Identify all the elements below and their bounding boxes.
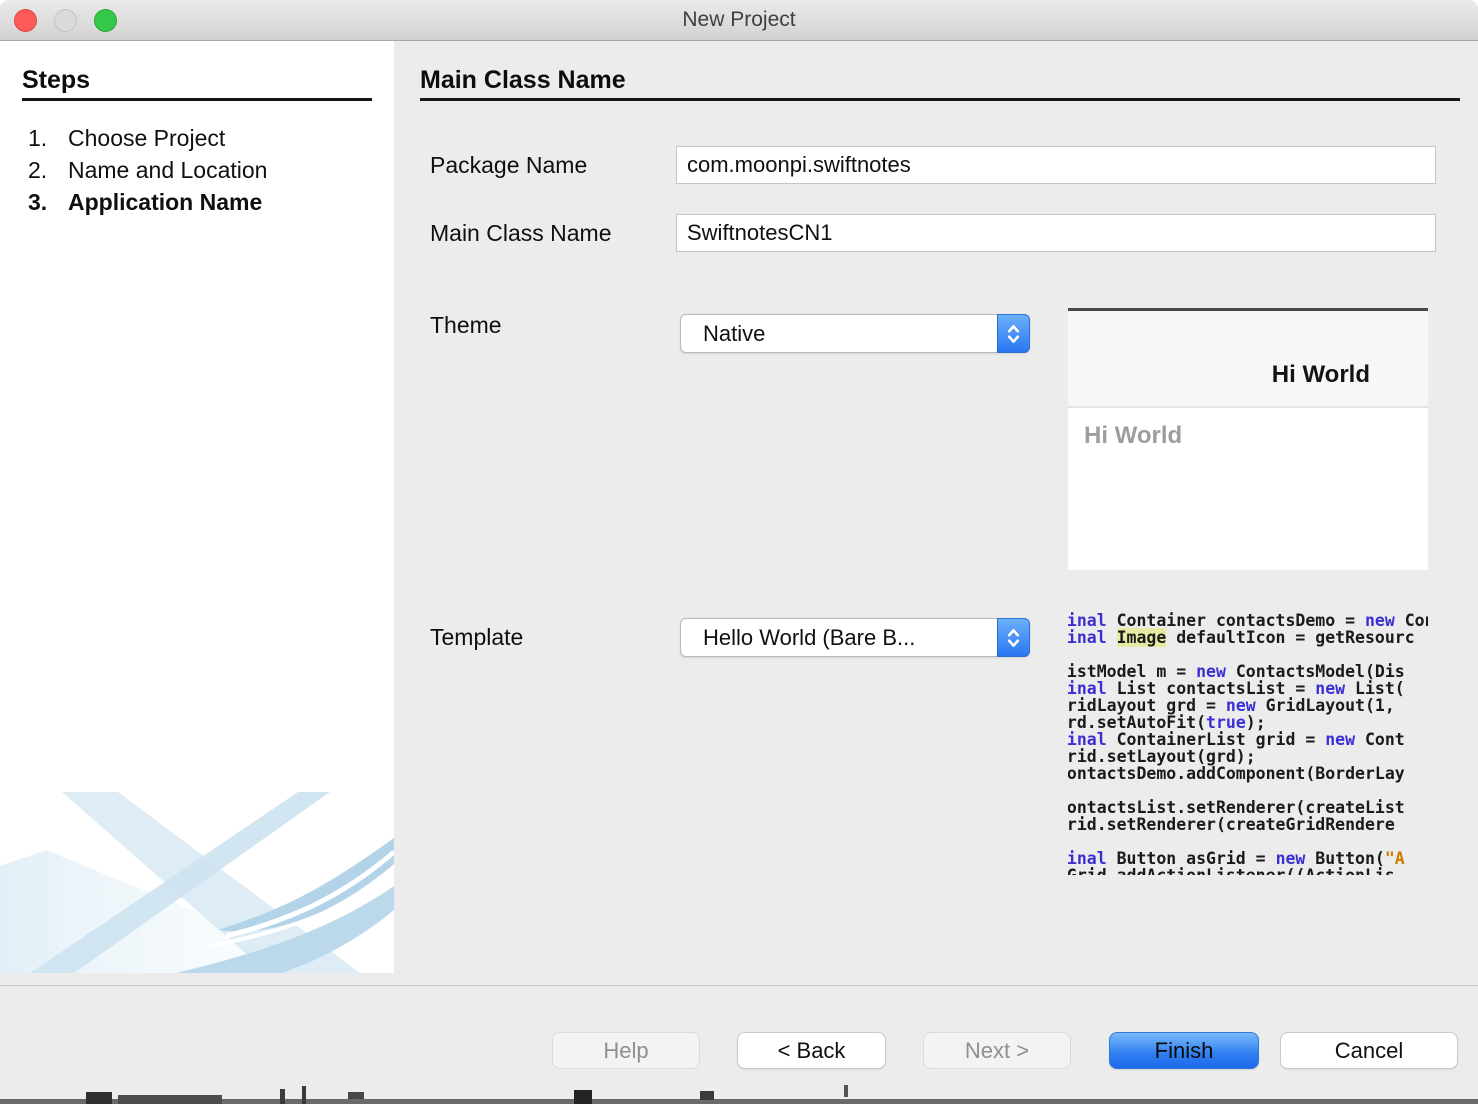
step-item-name-and-location: 2. Name and Location [0, 157, 394, 189]
main-class-name-input[interactable] [676, 214, 1436, 252]
theme-preview-titlebar: Hi World [1068, 311, 1428, 408]
step-item-choose-project: 1. Choose Project [0, 125, 394, 157]
background-window-fragment [574, 1090, 592, 1104]
step-number: 3. [28, 189, 47, 216]
window-titlebar[interactable]: New Project [0, 0, 1478, 41]
panel-title-rule [420, 98, 1460, 101]
theme-label: Theme [430, 312, 502, 339]
back-button[interactable]: < Back [737, 1032, 886, 1069]
template-select-value: Hello World (Bare B... [703, 619, 915, 656]
code-preview-text: final Container contactsDemo = new Confi… [1068, 612, 1428, 875]
background-window-fragment [700, 1091, 714, 1100]
main-class-name-label: Main Class Name [430, 220, 612, 247]
panel-title: Main Class Name [420, 66, 626, 95]
step-number: 1. [28, 125, 47, 152]
steps-heading-rule [22, 98, 372, 101]
help-button[interactable]: Help [552, 1032, 700, 1069]
step-item-application-name: 3. Application Name [0, 189, 394, 221]
step-number: 2. [28, 157, 47, 184]
background-window-fragment [86, 1092, 112, 1104]
template-select[interactable]: Hello World (Bare B... [680, 618, 1030, 657]
footer-divider [0, 985, 1478, 986]
next-button[interactable]: Next > [923, 1032, 1071, 1069]
code-preview: final Container contactsDemo = new Confi… [1068, 612, 1428, 875]
background-window-fragment [118, 1095, 222, 1104]
theme-preview-image: Hi World Hi World [1068, 308, 1428, 572]
minimize-button[interactable] [54, 9, 77, 32]
window-title: New Project [0, 0, 1478, 40]
select-stepper-icon [997, 314, 1030, 353]
theme-preview-body: Hi World [1068, 408, 1428, 570]
theme-preview-body-text: Hi World [1084, 422, 1182, 450]
theme-select[interactable]: Native [680, 314, 1030, 353]
template-label: Template [430, 624, 523, 651]
package-name-label: Package Name [430, 152, 587, 179]
step-label: Application Name [68, 189, 262, 216]
background-window-fragment [280, 1089, 285, 1104]
finish-button[interactable]: Finish [1109, 1032, 1259, 1069]
background-window-fragment [302, 1086, 306, 1104]
zoom-button[interactable] [94, 9, 117, 32]
steps-sidebar: Steps 1. Choose Project 2. Name and Loca… [0, 41, 394, 973]
theme-preview-title-text: Hi World [1272, 361, 1370, 389]
new-project-dialog: New Project Steps 1. Choose Project 2. N… [0, 0, 1478, 1104]
theme-select-value: Native [703, 315, 765, 352]
background-window-fragment [844, 1085, 848, 1097]
step-label: Choose Project [68, 125, 225, 152]
wizard-watermark-graphic [0, 788, 394, 973]
cancel-button[interactable]: Cancel [1280, 1032, 1458, 1069]
background-window-fragment [348, 1092, 364, 1099]
close-button[interactable] [14, 9, 37, 32]
package-name-input[interactable] [676, 146, 1436, 184]
step-label: Name and Location [68, 157, 267, 184]
select-stepper-icon [997, 618, 1030, 657]
steps-heading: Steps [22, 66, 90, 95]
